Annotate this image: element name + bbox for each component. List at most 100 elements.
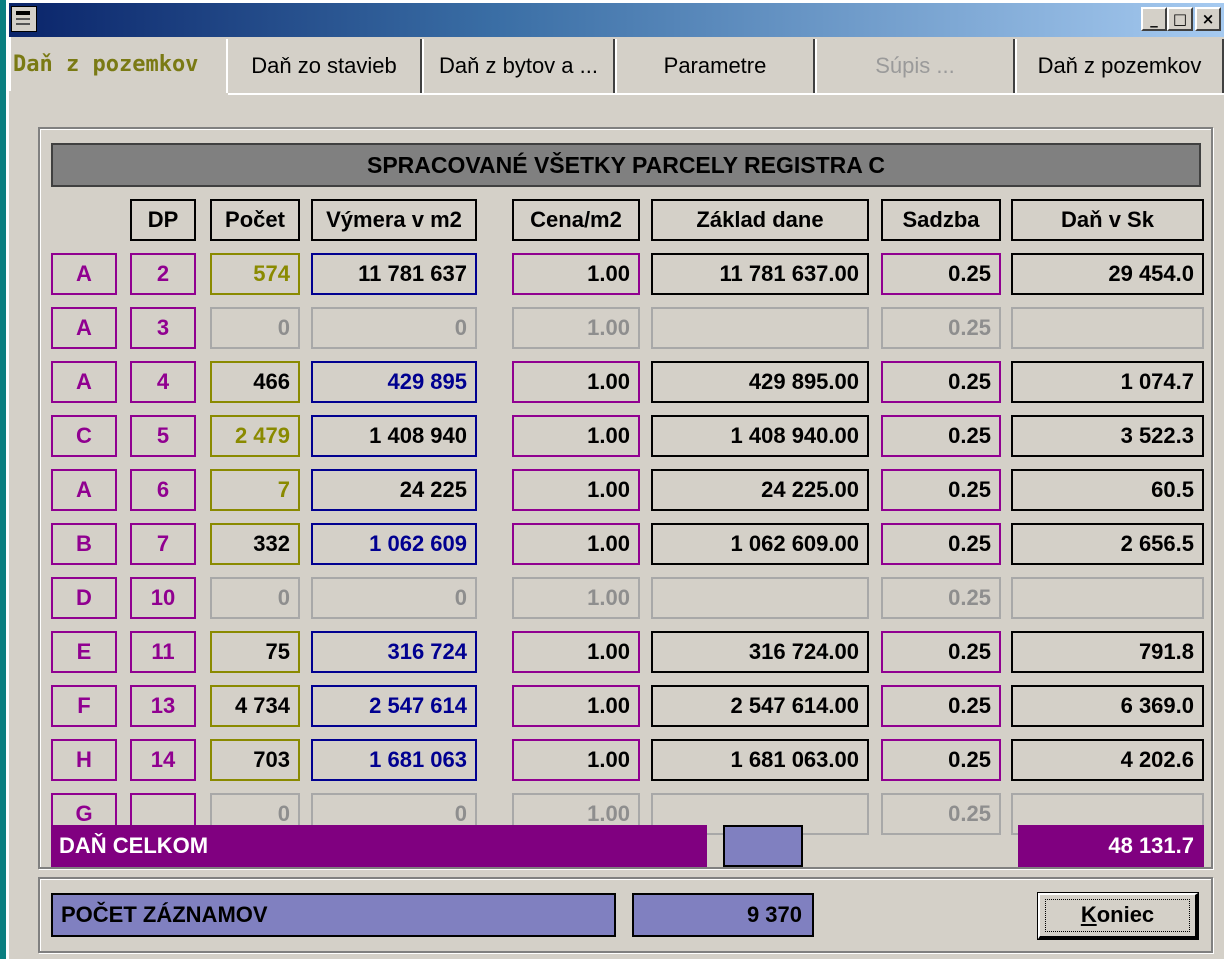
- cell-dan: 6 369.0: [1011, 685, 1204, 727]
- koniec-button[interactable]: Koniec: [1037, 892, 1199, 940]
- cell-pocet: 0: [210, 307, 300, 349]
- form-icon[interactable]: [11, 6, 37, 32]
- cell-dan: 60.5: [1011, 469, 1204, 511]
- cell-cena: 1.00: [512, 577, 640, 619]
- cell-dp: 2: [130, 253, 196, 295]
- tab-parametre[interactable]: Parametre: [615, 39, 815, 93]
- cell-sadzba: 0.25: [881, 523, 1001, 565]
- tab-dan-zo-stavieb[interactable]: Daň zo stavieb: [226, 39, 422, 93]
- total-label: DAŇ CELKOM: [51, 825, 707, 867]
- cell-druh: E: [51, 631, 117, 673]
- cell-sadzba: 0.25: [881, 685, 1001, 727]
- cell-cena: 1.00: [512, 307, 640, 349]
- cell-cena: 1.00: [512, 523, 640, 565]
- cell-druh: C: [51, 415, 117, 457]
- total-indicator: [723, 825, 803, 867]
- footer-panel: POČET ZÁZNAMOV 9 370 Koniec: [38, 877, 1213, 953]
- cell-zaklad: 429 895.00: [651, 361, 869, 403]
- cell-sadzba: 0.25: [881, 577, 1001, 619]
- cell-sadzba: 0.25: [881, 793, 1001, 835]
- cell-cena: 1.00: [512, 361, 640, 403]
- cell-vymera: 316 724: [311, 631, 477, 673]
- cell-cena: 1.00: [512, 685, 640, 727]
- header-vymera: Výmera v m2: [311, 199, 477, 241]
- header-dan: Daň v Sk: [1011, 199, 1204, 241]
- record-count-label: POČET ZÁZNAMOV: [51, 893, 616, 937]
- cell-dp: 10: [130, 577, 196, 619]
- cell-pocet: 574: [210, 253, 300, 295]
- cell-dp: 3: [130, 307, 196, 349]
- cell-vymera: 1 681 063: [311, 739, 477, 781]
- cell-dan: 29 454.0: [1011, 253, 1204, 295]
- cell-dan: [1011, 307, 1204, 349]
- cell-zaklad: [651, 307, 869, 349]
- total-value: 48 131.7: [1018, 825, 1204, 867]
- tab-dan-z-bytov[interactable]: Daň z bytov a ...: [422, 39, 615, 93]
- cell-sadzba: 0.25: [881, 469, 1001, 511]
- cell-zaklad: 11 781 637.00: [651, 253, 869, 295]
- cell-dan: 4 202.6: [1011, 739, 1204, 781]
- cell-dp: 13: [130, 685, 196, 727]
- cell-druh: A: [51, 307, 117, 349]
- cell-dp: 7: [130, 523, 196, 565]
- cell-pocet: 7: [210, 469, 300, 511]
- cell-dp: 11: [130, 631, 196, 673]
- tab-dan-z-pozemkov[interactable]: Daň z pozemkov: [9, 37, 226, 91]
- tab-dan-z-pozemkov-2[interactable]: Daň z pozemkov: [1015, 39, 1224, 93]
- cell-cena: 1.00: [512, 415, 640, 457]
- cell-druh: A: [51, 361, 117, 403]
- cell-pocet: 75: [210, 631, 300, 673]
- cell-zaklad: 1 408 940.00: [651, 415, 869, 457]
- cell-vymera: 1 062 609: [311, 523, 477, 565]
- header-zaklad: Základ dane: [651, 199, 869, 241]
- cell-zaklad: 2 547 614.00: [651, 685, 869, 727]
- cell-vymera: 2 547 614: [311, 685, 477, 727]
- cell-dan: 1 074.7: [1011, 361, 1204, 403]
- cell-vymera: 0: [311, 577, 477, 619]
- cell-zaklad: 24 225.00: [651, 469, 869, 511]
- record-count-value: 9 370: [632, 893, 814, 937]
- cell-sadzba: 0.25: [881, 361, 1001, 403]
- cell-vymera: 24 225: [311, 469, 477, 511]
- cell-vymera: 0: [311, 307, 477, 349]
- cell-cena: 1.00: [512, 631, 640, 673]
- cell-vymera: 429 895: [311, 361, 477, 403]
- panel-banner: SPRACOVANÉ VŠETKY PARCELY REGISTRA C: [51, 143, 1201, 187]
- cell-dan: [1011, 577, 1204, 619]
- cell-pocet: 4 734: [210, 685, 300, 727]
- cell-vymera: 1 408 940: [311, 415, 477, 457]
- tab-supis: Súpis ...: [815, 39, 1015, 93]
- cell-dp: 5: [130, 415, 196, 457]
- cell-zaklad: 316 724.00: [651, 631, 869, 673]
- cell-sadzba: 0.25: [881, 307, 1001, 349]
- cell-dp: 14: [130, 739, 196, 781]
- cell-pocet: 332: [210, 523, 300, 565]
- header-sadzba: Sadzba: [881, 199, 1001, 241]
- cell-cena: 1.00: [512, 739, 640, 781]
- cell-dan: 2 656.5: [1011, 523, 1204, 565]
- header-pocet: Počet: [210, 199, 300, 241]
- cell-pocet: 2 479: [210, 415, 300, 457]
- cell-sadzba: 0.25: [881, 739, 1001, 781]
- cell-sadzba: 0.25: [881, 631, 1001, 673]
- close-button[interactable]: ×: [1195, 7, 1221, 31]
- cell-cena: 1.00: [512, 253, 640, 295]
- header-dp: DP: [130, 199, 196, 241]
- cell-zaklad: 1 062 609.00: [651, 523, 869, 565]
- cell-dp: 4: [130, 361, 196, 403]
- cell-sadzba: 0.25: [881, 415, 1001, 457]
- cell-zaklad: [651, 577, 869, 619]
- cell-pocet: 466: [210, 361, 300, 403]
- cell-druh: A: [51, 253, 117, 295]
- title-bar[interactable]: _ □ ×: [9, 3, 1224, 37]
- cell-vymera: 11 781 637: [311, 253, 477, 295]
- cell-zaklad: 1 681 063.00: [651, 739, 869, 781]
- cell-cena: 1.00: [512, 469, 640, 511]
- cell-druh: F: [51, 685, 117, 727]
- cell-sadzba: 0.25: [881, 253, 1001, 295]
- header-cena: Cena/m2: [512, 199, 640, 241]
- cell-druh: A: [51, 469, 117, 511]
- cell-druh: B: [51, 523, 117, 565]
- minimize-button[interactable]: _: [1141, 7, 1167, 31]
- maximize-button[interactable]: □: [1167, 7, 1193, 31]
